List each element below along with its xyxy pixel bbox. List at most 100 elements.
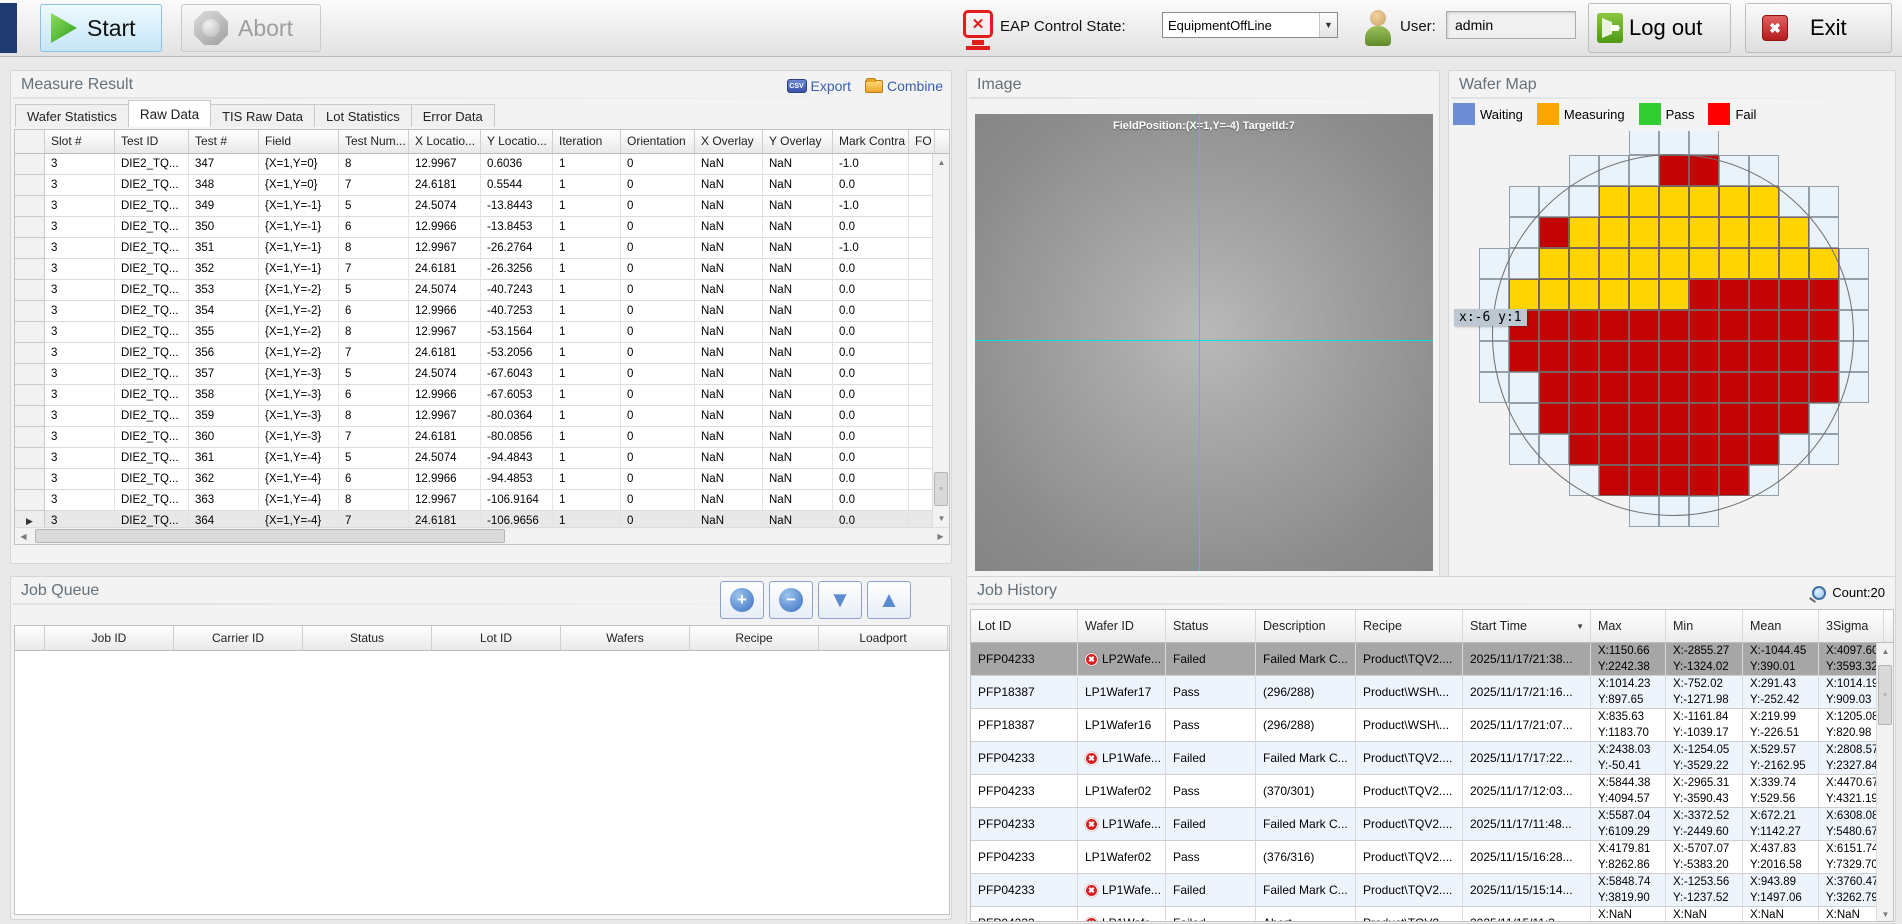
column-header-3sigma[interactable]: 3Sigma	[1819, 610, 1884, 642]
column-header-test-id[interactable]: Test ID	[115, 130, 189, 153]
wafer-die-x-5-y4[interactable]	[1509, 186, 1539, 217]
column-header-lot-id[interactable]: Lot ID	[971, 610, 1078, 642]
column-header-test-num[interactable]: Test Num...	[339, 130, 409, 153]
table-row[interactable]: 3DIE2_TQ...355{X=1,Y=-2}812.9967-53.1564…	[15, 322, 949, 343]
column-header-wafer-id[interactable]: Wafer ID	[1078, 610, 1166, 642]
column-header-fo[interactable]: FO	[909, 130, 935, 153]
scroll-down-icon[interactable]: ▼	[1877, 906, 1894, 922]
start-button[interactable]: Start	[40, 4, 162, 52]
tab-wafer-statistics[interactable]: Wafer Statistics	[15, 104, 129, 127]
scroll-down-icon[interactable]: ▼	[933, 510, 950, 527]
column-header-status[interactable]: Status	[303, 626, 432, 650]
column-header-x-locatio[interactable]: X Locatio...	[409, 130, 481, 153]
history-vertical-scrollbar[interactable]: ▲ ≡ ▼	[1876, 643, 1893, 922]
wafer-die-x1-y6[interactable]	[1689, 131, 1719, 155]
combine-link[interactable]: Combine	[865, 78, 943, 94]
lot-id-cell: PFP04233	[971, 841, 1078, 874]
table-row[interactable]: 3DIE2_TQ...348{X=1,Y=0}724.61810.554410N…	[15, 175, 949, 196]
tab-raw-data[interactable]: Raw Data	[128, 100, 211, 127]
scroll-left-icon[interactable]: ◀	[15, 528, 32, 545]
history-row[interactable]: PFP04233✖LP1Wafe...FailedFailed Mark C..…	[971, 808, 1893, 841]
abort-button[interactable]: Abort	[181, 4, 321, 52]
logout-button[interactable]: Log out	[1588, 3, 1731, 53]
column-header-description[interactable]: Description	[1256, 610, 1356, 642]
column-header-recipe[interactable]: Recipe	[1356, 610, 1463, 642]
history-row[interactable]: PFP04233✖LP1Wafe...FailedFailed Mark C..…	[971, 874, 1893, 907]
row-header-cell[interactable]	[15, 130, 45, 153]
table-row[interactable]: 3DIE2_TQ...354{X=1,Y=-2}612.9966-40.7253…	[15, 301, 949, 322]
table-row[interactable]: 3DIE2_TQ...362{X=1,Y=-4}612.9966-94.4853…	[15, 469, 949, 490]
history-row[interactable]: PFP18387LP1Wafer17Pass(296/288)Product\W…	[971, 676, 1893, 709]
column-header-min[interactable]: Min	[1666, 610, 1743, 642]
column-header-slot[interactable]: Slot #	[45, 130, 115, 153]
camera-image[interactable]: FieldPosition:(X=1,Y=-4) TargetId:7	[975, 114, 1433, 571]
wafer-die-x5-y4[interactable]	[1809, 186, 1839, 217]
export-label: Export	[811, 78, 851, 94]
table-row[interactable]: 3DIE2_TQ...363{X=1,Y=-4}812.9967-106.916…	[15, 490, 949, 511]
column-header-wafers[interactable]: Wafers	[561, 626, 690, 650]
table-row[interactable]: 3DIE2_TQ...347{X=1,Y=0}812.99670.603610N…	[15, 154, 949, 175]
column-header-loadport[interactable]: Loadport	[819, 626, 948, 650]
table-row[interactable]: 3DIE2_TQ...361{X=1,Y=-4}524.5074-94.4843…	[15, 448, 949, 469]
table-row[interactable]: 3DIE2_TQ...352{X=1,Y=-1}724.6181-26.3256…	[15, 259, 949, 280]
scroll-up-icon[interactable]: ▲	[933, 154, 950, 171]
history-row[interactable]: PFP04233LP1Wafer02Pass(370/301)Product\T…	[971, 775, 1893, 808]
column-header-carrier-id[interactable]: Carrier ID	[174, 626, 303, 650]
history-row[interactable]: PFP04233✖LP2Wafe...FailedFailed Mark C..…	[971, 643, 1893, 676]
column-header-recipe[interactable]: Recipe	[690, 626, 819, 650]
wafer-die-x0-y6[interactable]	[1659, 131, 1689, 155]
table-row[interactable]: 3DIE2_TQ...360{X=1,Y=-3}724.6181-80.0856…	[15, 427, 949, 448]
eap-state-select[interactable]: EquipmentOffLine ▼	[1162, 12, 1338, 38]
column-header-x-overlay[interactable]: X Overlay	[695, 130, 763, 153]
tab-error-data[interactable]: Error Data	[411, 104, 495, 127]
export-link[interactable]: CSV Export	[787, 78, 851, 94]
measure-hscroll-thumb[interactable]	[35, 529, 505, 543]
column-header-status[interactable]: Status	[1166, 610, 1256, 642]
column-header-mean[interactable]: Mean	[1743, 610, 1819, 642]
table-row[interactable]: 3DIE2_TQ...353{X=1,Y=-2}524.5074-40.7243…	[15, 280, 949, 301]
column-header-max[interactable]: Max	[1591, 610, 1666, 642]
table-row[interactable]: 3DIE2_TQ...349{X=1,Y=-1}524.5074-13.8443…	[15, 196, 949, 217]
column-header-start-time[interactable]: Start Time▼	[1463, 610, 1591, 642]
add-job-button[interactable]: +	[720, 581, 764, 619]
history-row[interactable]: PFP04233✖LP1Wafe...FailedAbort...Product…	[971, 907, 1893, 922]
history-row[interactable]: PFP04233✖LP1Wafe...FailedFailed Mark C..…	[971, 742, 1893, 775]
cell: 358	[189, 385, 259, 406]
table-row[interactable]: 3DIE2_TQ...358{X=1,Y=-3}612.9966-67.6053…	[15, 385, 949, 406]
chevron-down-icon[interactable]: ▼	[1319, 13, 1337, 37]
column-header-iteration[interactable]: Iteration	[553, 130, 621, 153]
tab-lot-statistics[interactable]: Lot Statistics	[314, 104, 412, 127]
history-vscroll-thumb[interactable]: ≡	[1878, 665, 1892, 725]
cell: {X=1,Y=-4}	[259, 469, 339, 490]
table-row[interactable]: 3DIE2_TQ...359{X=1,Y=-3}812.9967-80.0364…	[15, 406, 949, 427]
move-up-button[interactable]: ▲	[867, 581, 911, 619]
row-header-cell[interactable]	[15, 626, 45, 650]
magnifier-icon[interactable]	[1812, 586, 1826, 600]
column-header-test[interactable]: Test #	[189, 130, 259, 153]
column-header-field[interactable]: Field	[259, 130, 339, 153]
remove-job-button[interactable]: −	[769, 581, 813, 619]
table-row[interactable]: 3DIE2_TQ...357{X=1,Y=-3}524.5074-67.6043…	[15, 364, 949, 385]
column-header-y-locatio[interactable]: Y Locatio...	[481, 130, 553, 153]
history-row[interactable]: PFP04233LP1Wafer02Pass(376/316)Product\T…	[971, 841, 1893, 874]
scroll-right-icon[interactable]: ▶	[932, 528, 949, 545]
column-header-lot-id[interactable]: Lot ID	[432, 626, 561, 650]
table-row[interactable]: 3DIE2_TQ...356{X=1,Y=-2}724.6181-53.2056…	[15, 343, 949, 364]
user-field[interactable]: admin	[1446, 11, 1576, 39]
column-header-mark-contra[interactable]: Mark Contra	[833, 130, 909, 153]
history-row[interactable]: PFP18387LP1Wafer16Pass(296/288)Product\W…	[971, 709, 1893, 742]
measure-horizontal-scrollbar[interactable]: ◀ ▶	[15, 527, 949, 544]
scroll-up-icon[interactable]: ▲	[1877, 643, 1894, 660]
column-header-y-overlay[interactable]: Y Overlay	[763, 130, 833, 153]
table-row[interactable]: 3DIE2_TQ...350{X=1,Y=-1}612.9966-13.8453…	[15, 217, 949, 238]
exit-button[interactable]: ✖ Exit	[1745, 3, 1892, 53]
tab-tis-raw-data[interactable]: TIS Raw Data	[210, 104, 315, 127]
measure-vscroll-thumb[interactable]: ≡	[934, 472, 948, 506]
column-header-orientation[interactable]: Orientation	[621, 130, 695, 153]
column-header-job-id[interactable]: Job ID	[45, 626, 174, 650]
sort-filter-icon[interactable]: ▼	[1576, 622, 1584, 631]
wafer-die-x-1-y6[interactable]	[1629, 131, 1659, 155]
measure-vertical-scrollbar[interactable]: ▲ ≡ ▼	[932, 154, 949, 527]
table-row[interactable]: 3DIE2_TQ...351{X=1,Y=-1}812.9967-26.2764…	[15, 238, 949, 259]
move-down-button[interactable]: ▼	[818, 581, 862, 619]
